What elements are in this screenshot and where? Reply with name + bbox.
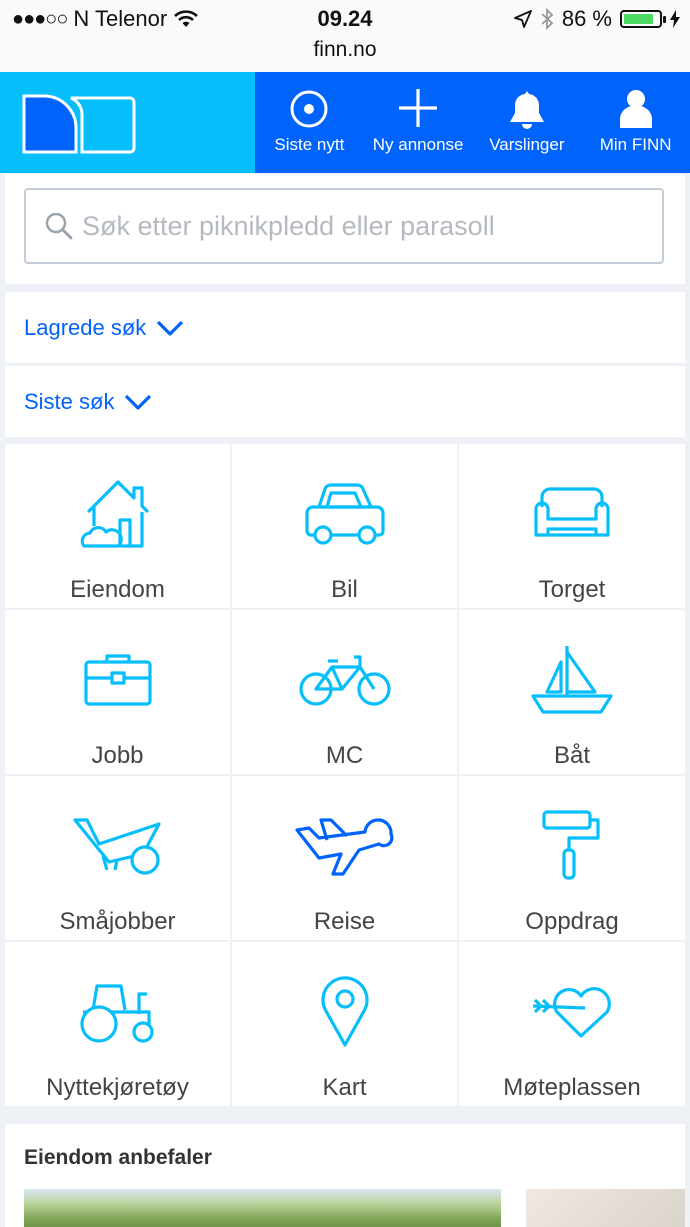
location-arrow-icon — [513, 10, 532, 28]
recent-searches-toggle[interactable]: Siste søk — [5, 366, 685, 437]
category-nyttekjoretoy[interactable]: Nyttekjøretøy — [5, 942, 230, 1106]
nav-label-siste-nytt: Siste nytt — [274, 135, 345, 154]
sailboat-icon — [531, 646, 613, 714]
recommendations-section: Eiendom anbefaler — [5, 1124, 685, 1227]
category-label: Torget — [538, 576, 606, 603]
category-smajobber[interactable]: Småjobber — [5, 776, 230, 940]
wheelbarrow-icon — [72, 818, 161, 875]
category-bat[interactable]: Båt — [459, 610, 685, 774]
nav-label-min-finn: Min FINN — [599, 135, 672, 154]
category-moteplassen[interactable]: Møteplassen — [459, 942, 685, 1106]
nav-label-varslinger: Varslinger — [489, 135, 565, 154]
category-label: Bil — [331, 576, 358, 603]
car-icon — [304, 483, 385, 545]
status-icons: 86 % — [513, 6, 680, 32]
saved-searches-toggle[interactable]: Lagrede søk — [5, 292, 685, 363]
nav-label-ny-annonse: Ny annonse — [372, 135, 464, 154]
app-header: Siste nytt Ny annonse Varslinger Min FIN… — [0, 72, 690, 173]
category-oppdrag[interactable]: Oppdrag — [459, 776, 685, 940]
header-nav: Siste nytt Ny annonse Varslinger Min FIN… — [255, 72, 690, 173]
category-eiendom[interactable]: Eiendom — [5, 444, 230, 608]
bluetooth-icon — [541, 8, 554, 30]
category-label: Nyttekjøretøy — [46, 1074, 189, 1101]
saved-searches-label: Lagrede søk — [24, 314, 147, 340]
category-bil[interactable]: Bil — [232, 444, 457, 608]
category-label: MC — [325, 742, 364, 769]
category-label: Møteplassen — [503, 1074, 641, 1101]
paint-roller-icon — [542, 810, 600, 880]
status-bar: ●●●○○ N Telenor 09.24 finn.no 86 % — [0, 0, 690, 72]
category-grid: Eiendom Bil Torget Jobb MC Båt Småjobber… — [5, 444, 685, 1106]
category-label: Jobb — [91, 742, 144, 769]
map-pin-icon — [320, 976, 369, 1047]
house-icon — [80, 480, 149, 548]
category-kart[interactable]: Kart — [232, 942, 457, 1106]
sofa-icon — [534, 487, 610, 537]
battery-percent: 86 % — [561, 6, 612, 31]
airplane-icon — [294, 818, 393, 876]
charging-bolt-icon — [670, 10, 680, 28]
nav-ny-annonse[interactable]: Ny annonse — [364, 72, 473, 173]
listing-image[interactable] — [24, 1189, 501, 1227]
category-jobb[interactable]: Jobb — [5, 610, 230, 774]
user-icon — [619, 90, 652, 128]
category-reise[interactable]: Reise — [232, 776, 457, 940]
url-bar[interactable]: finn.no — [0, 38, 690, 62]
search-placeholder: Søk etter piknikpledd eller parasoll — [82, 210, 495, 241]
search-icon — [45, 212, 73, 240]
finn-logo[interactable] — [0, 72, 255, 173]
category-label: Båt — [553, 742, 591, 769]
category-label: Oppdrag — [525, 908, 619, 935]
heart-arrow-icon — [532, 987, 611, 1038]
chevron-down-icon — [125, 394, 152, 410]
category-label: Reise — [313, 908, 376, 935]
finn-logo-icon — [22, 94, 136, 154]
listing-image[interactable] — [526, 1189, 685, 1227]
briefcase-icon — [83, 654, 152, 706]
tractor-icon — [79, 984, 154, 1043]
search-input[interactable]: Søk etter piknikpledd eller parasoll — [24, 188, 664, 264]
category-label: Småjobber — [59, 908, 176, 935]
nav-min-finn[interactable]: Min FINN — [581, 72, 690, 173]
nav-varslinger[interactable]: Varslinger — [473, 72, 582, 173]
recommendations-title: Eiendom anbefaler — [24, 1146, 212, 1169]
category-label: Eiendom — [70, 576, 165, 603]
nav-siste-nytt[interactable]: Siste nytt — [255, 72, 364, 173]
plus-icon — [399, 89, 438, 127]
battery-icon — [620, 10, 666, 28]
bicycle-icon — [298, 655, 391, 706]
category-label: Kart — [322, 1074, 367, 1101]
chevron-down-icon — [157, 320, 184, 336]
bell-icon — [509, 91, 544, 129]
category-torget[interactable]: Torget — [459, 444, 685, 608]
search-card: Søk etter piknikpledd eller parasoll — [5, 174, 685, 284]
category-mc[interactable]: MC — [232, 610, 457, 774]
recent-searches-label: Siste søk — [24, 388, 115, 414]
target-icon — [290, 90, 328, 128]
